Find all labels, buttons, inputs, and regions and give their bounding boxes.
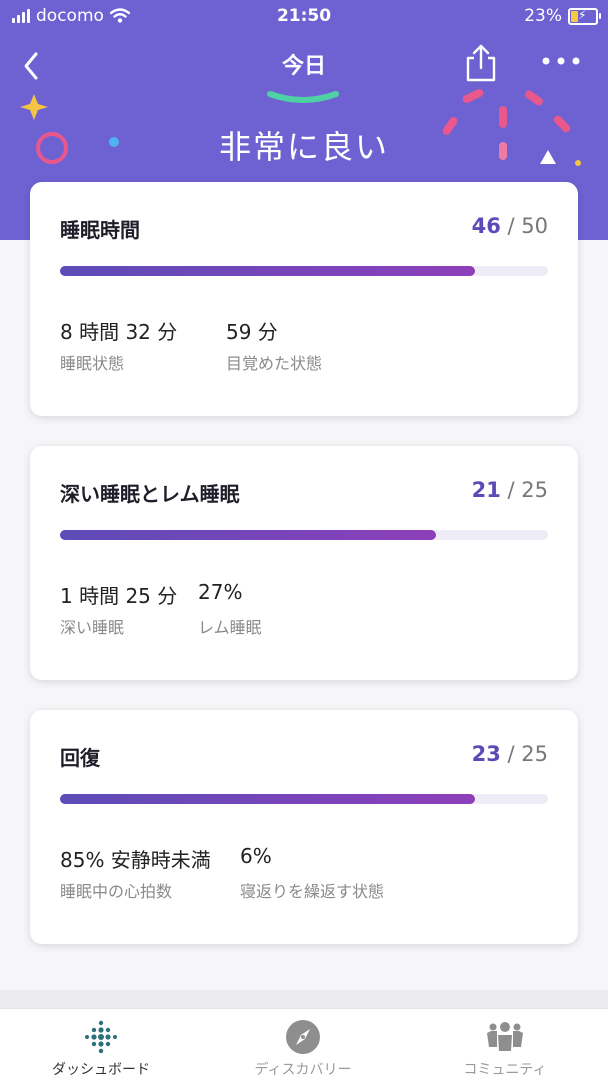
section-divider [0, 990, 608, 1008]
score-value: 21 [471, 478, 501, 502]
dots-grid-icon [85, 1020, 117, 1054]
share-icon[interactable] [462, 42, 500, 82]
tab-dashboard[interactable]: ダッシュボード [0, 1009, 202, 1081]
card-score: 46 / 50 [472, 214, 548, 238]
stat-label: 睡眠状態 [60, 354, 125, 373]
tab-label: ダッシュボード [52, 1062, 150, 1078]
card-title: 睡眠時間 [60, 218, 140, 242]
score-max: / 50 [507, 214, 548, 238]
stat-value: 27% [198, 580, 243, 604]
tab-community[interactable]: コミュニティ [404, 1009, 606, 1081]
stat-label: 目覚めた状態 [226, 354, 323, 373]
tab-bar: ダッシュボード ディスカバリー コミュニティ [0, 1008, 608, 1081]
tab-discovery[interactable]: ディスカバリー [202, 1009, 404, 1081]
status-bar: docomo 21:50 23% ⚡ [0, 0, 608, 34]
progress-fill [60, 530, 436, 540]
stat-value: 8 時間 32 分 [60, 320, 178, 344]
card-title: 回復 [60, 746, 100, 770]
stat-value: 59 分 [226, 320, 278, 344]
deep-rem-sleep-card[interactable]: 深い睡眠とレム睡眠 21 / 25 1 時間 25 分 深い睡眠 27% レム睡… [30, 446, 578, 680]
sleep-duration-card[interactable]: 睡眠時間 46 / 50 8 時間 32 分 睡眠状態 59 分 目覚めた状態 [30, 182, 578, 416]
more-icon[interactable] [538, 46, 584, 76]
progress-track [60, 266, 548, 276]
compass-icon [286, 1020, 320, 1054]
nav-bar: 今日 [0, 36, 608, 88]
stat-value: 1 時間 25 分 [60, 584, 178, 608]
stat-label: 深い睡眠 [60, 618, 125, 637]
score-max: / 25 [507, 742, 548, 766]
progress-track [60, 794, 548, 804]
stat-value: 85% 安静時未満 [60, 848, 211, 872]
stat-label: 睡眠中の心拍数 [60, 882, 173, 901]
stat-label: レム睡眠 [198, 618, 262, 637]
progress-fill [60, 266, 475, 276]
stat-value: 6% [240, 844, 272, 868]
progress-fill [60, 794, 475, 804]
card-score: 23 / 25 [472, 742, 548, 766]
tab-label: コミュニティ [463, 1062, 547, 1078]
score-value: 23 [471, 742, 501, 766]
page-title: 今日 [281, 54, 326, 79]
tab-label: ディスカバリー [254, 1062, 352, 1078]
progress-track [60, 530, 548, 540]
clock: 21:50 [276, 6, 332, 26]
score-value: 46 [471, 214, 501, 238]
card-title: 深い睡眠とレム睡眠 [60, 482, 240, 506]
sleep-rating: 非常に良い [218, 128, 389, 166]
battery-icon: ⚡ [568, 7, 601, 25]
restoration-card[interactable]: 回復 23 / 25 85% 安静時未満 睡眠中の心拍数 6% 寝返りを繰返す状… [30, 710, 578, 944]
battery-percent: 23% [524, 6, 562, 26]
community-icon [487, 1022, 523, 1051]
card-score: 21 / 25 [472, 478, 548, 502]
stat-label: 寝返りを繰返す状態 [240, 882, 385, 901]
score-max: / 25 [507, 478, 548, 502]
